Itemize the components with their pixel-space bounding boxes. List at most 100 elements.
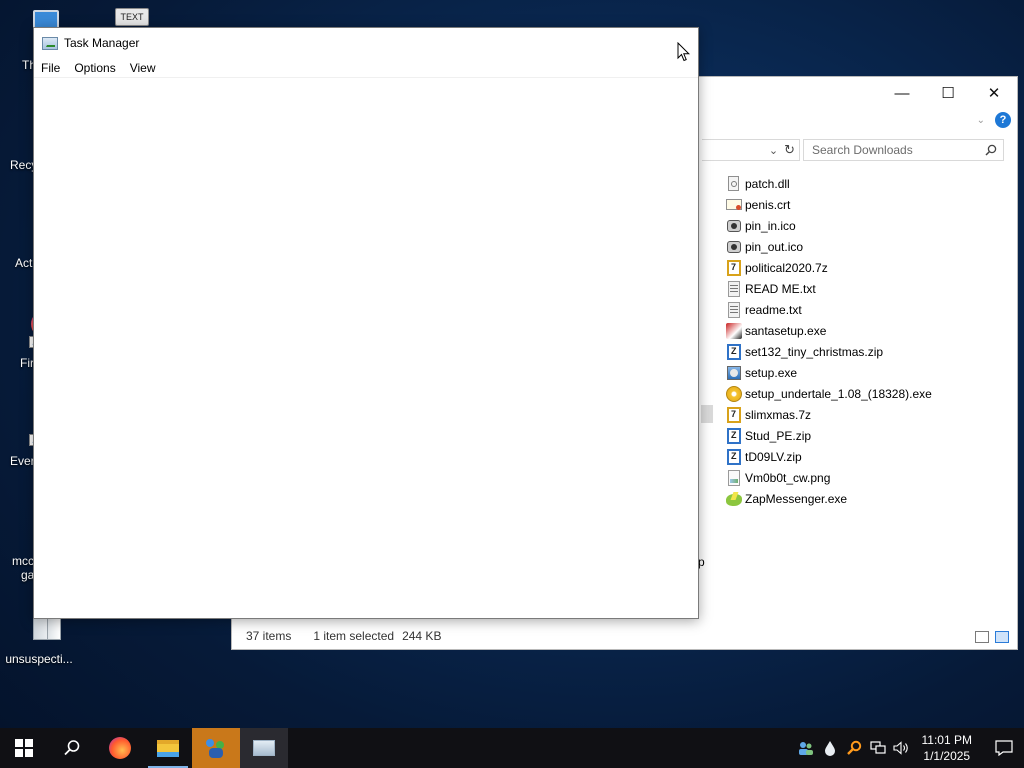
search-icon[interactable] bbox=[985, 144, 997, 156]
search-input[interactable] bbox=[812, 143, 985, 157]
file-row[interactable]: santasetup.exe bbox=[726, 320, 932, 341]
archive-7z-icon: 7 bbox=[726, 406, 742, 423]
file-row[interactable]: 7 political2020.7z bbox=[726, 257, 932, 278]
large-icons-view-button[interactable] bbox=[995, 631, 1009, 643]
system-tray: 11:01 PM 1/1/2025 bbox=[794, 728, 1024, 768]
windows-logo-icon bbox=[15, 739, 33, 757]
file-name: Stud_PE.zip bbox=[745, 428, 812, 443]
file-name: tD09LV.zip bbox=[745, 449, 802, 464]
help-icon[interactable]: ? bbox=[995, 112, 1011, 128]
notification-center-button[interactable] bbox=[984, 728, 1024, 768]
selection-highlight bbox=[701, 405, 713, 423]
ico-file-icon bbox=[726, 239, 742, 255]
search-box[interactable] bbox=[803, 139, 1004, 161]
certificate-icon bbox=[726, 197, 742, 213]
desktop-icon-label: unsuspecti... bbox=[5, 652, 73, 666]
file-row[interactable]: Zset132_tiny_christmas.zip bbox=[726, 341, 932, 362]
santa-exe-icon bbox=[726, 322, 742, 339]
window-controls: — ☐ ✕ bbox=[879, 77, 1017, 109]
address-bar[interactable]: ⌄ ↻ bbox=[702, 139, 800, 161]
file-explorer-icon bbox=[157, 739, 179, 757]
title-bar[interactable]: Task Manager bbox=[34, 28, 698, 58]
search-button[interactable] bbox=[48, 728, 96, 768]
desktop-icon-label: Act bbox=[15, 256, 33, 270]
taskbar: 11:01 PM 1/1/2025 bbox=[0, 728, 1024, 768]
desktop-icon-label: mcc bbox=[12, 554, 34, 568]
chevron-down-icon[interactable]: ⌄ bbox=[977, 115, 985, 126]
file-name: political2020.7z bbox=[745, 260, 828, 275]
file-row[interactable]: Z Stud_PE.zip bbox=[726, 425, 932, 446]
task-manager-icon bbox=[42, 36, 58, 50]
people-icon[interactable] bbox=[794, 728, 818, 768]
file-name: set132_tiny_christmas.zip bbox=[745, 344, 884, 359]
selection-size: 244 KB bbox=[402, 629, 442, 643]
archive-zip-icon: Z bbox=[726, 448, 742, 465]
maximize-button[interactable]: ☐ bbox=[925, 77, 971, 109]
firefox-taskbar-button[interactable] bbox=[96, 728, 144, 768]
file-row[interactable]: setup_undertale_1.08_(18328).exe bbox=[726, 383, 932, 404]
firefox-icon bbox=[109, 737, 131, 759]
file-name: slimxmas.7z bbox=[745, 407, 812, 422]
volume-icon[interactable] bbox=[890, 728, 914, 768]
file-name: setup_undertale_1.08_(18328).exe bbox=[745, 386, 932, 401]
start-button[interactable] bbox=[0, 728, 48, 768]
file-name: READ ME.txt bbox=[745, 281, 816, 296]
file-row[interactable]: penis.crt bbox=[726, 194, 932, 215]
notification-icon bbox=[995, 740, 1013, 756]
network-icon[interactable] bbox=[866, 728, 890, 768]
archive-7z-icon: 7 bbox=[726, 259, 742, 276]
status-bar: 37 items 1 item selected 244 KB bbox=[232, 623, 1017, 649]
archive-zip-icon: Z bbox=[726, 343, 742, 360]
network-app-taskbar-button[interactable] bbox=[192, 728, 240, 768]
image-file-icon bbox=[726, 469, 742, 486]
file-row[interactable]: 7 slimxmas.7z bbox=[726, 404, 932, 425]
file-name: penis.crt bbox=[745, 197, 791, 212]
search-icon bbox=[64, 740, 80, 756]
file-row[interactable]: setup.exe bbox=[726, 362, 932, 383]
file-name: pin_out.ico bbox=[745, 239, 804, 254]
file-row[interactable]: ZapMessenger.exe bbox=[726, 488, 932, 509]
task-manager-taskbar-button[interactable] bbox=[240, 728, 288, 768]
file-explorer-taskbar-button[interactable] bbox=[144, 728, 192, 768]
clock-time: 11:01 PM bbox=[921, 733, 972, 747]
desktop-icon-label: Ever bbox=[10, 454, 35, 468]
file-row[interactable]: READ ME.txt bbox=[726, 278, 932, 299]
archive-zip-icon: Z bbox=[726, 427, 742, 444]
zap-exe-icon bbox=[726, 491, 742, 507]
magnifier-tray-icon[interactable] bbox=[842, 728, 866, 768]
menu-file[interactable]: File bbox=[41, 61, 60, 75]
close-button[interactable]: ✕ bbox=[971, 77, 1017, 109]
item-count: 37 items bbox=[246, 629, 292, 643]
text-file-icon bbox=[726, 280, 742, 297]
minimize-button[interactable]: — bbox=[879, 77, 925, 109]
refresh-icon[interactable]: ↻ bbox=[784, 142, 795, 158]
menu-view[interactable]: View bbox=[130, 61, 156, 75]
clock[interactable]: 11:01 PM 1/1/2025 bbox=[914, 732, 984, 764]
menu-options[interactable]: Options bbox=[74, 61, 115, 75]
file-name: setup.exe bbox=[745, 365, 798, 380]
ribbon-controls: ⌄ ? bbox=[977, 112, 1011, 128]
file-row[interactable]: readme.txt bbox=[726, 299, 932, 320]
clock-date: 1/1/2025 bbox=[923, 749, 971, 763]
file-row[interactable]: ZtD09LV.zip bbox=[726, 446, 932, 467]
partial-label: p bbox=[698, 555, 705, 569]
disc-exe-icon bbox=[726, 385, 742, 402]
details-view-button[interactable] bbox=[975, 631, 989, 643]
task-manager-content bbox=[34, 78, 698, 618]
file-row[interactable]: pin_in.ico bbox=[726, 215, 932, 236]
task-manager-window[interactable]: Task Manager File Options View bbox=[33, 27, 699, 619]
dll-icon bbox=[726, 175, 742, 192]
file-row[interactable]: pin_out.ico bbox=[726, 236, 932, 257]
file-name: patch.dll bbox=[745, 176, 790, 191]
file-name: pin_in.ico bbox=[745, 218, 796, 233]
file-row[interactable]: Vm0b0t_cw.png bbox=[726, 467, 932, 488]
menu-bar: File Options View bbox=[34, 58, 698, 78]
file-row[interactable]: patch.dll bbox=[726, 173, 932, 194]
file-name: santasetup.exe bbox=[745, 323, 827, 338]
task-manager-icon bbox=[253, 740, 275, 756]
selection-count: 1 item selected bbox=[313, 629, 395, 643]
droplet-icon[interactable] bbox=[818, 728, 842, 768]
view-toggle bbox=[975, 631, 1009, 643]
chevron-down-icon[interactable]: ⌄ bbox=[769, 144, 778, 157]
file-name: readme.txt bbox=[745, 302, 802, 317]
